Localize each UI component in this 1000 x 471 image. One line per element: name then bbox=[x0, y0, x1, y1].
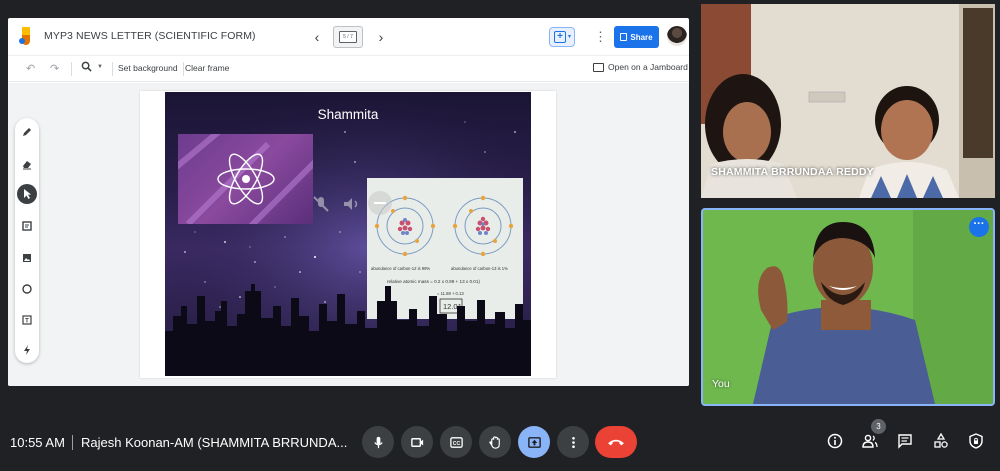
zoom-icon[interactable] bbox=[81, 61, 92, 75]
circle-shape-icon[interactable] bbox=[17, 279, 37, 299]
captions-button[interactable]: CC bbox=[440, 426, 472, 458]
svg-text:T: T bbox=[25, 319, 29, 325]
meeting-title[interactable]: Rajesh Koonan-AM (SHAMMITA BRRUNDA... bbox=[81, 435, 347, 450]
participant-name-label: SHAMMITA BRRUNDAA REDDY bbox=[711, 166, 874, 178]
share-label: Share bbox=[630, 32, 653, 42]
open-on-jamboard-button[interactable]: Open on a Jamboard bbox=[593, 62, 688, 72]
divider bbox=[72, 435, 73, 450]
remove-icon bbox=[368, 191, 392, 215]
svg-text:CC: CC bbox=[452, 440, 460, 446]
microphone-button[interactable] bbox=[362, 426, 394, 458]
next-frame-button[interactable]: › bbox=[374, 28, 388, 46]
set-background-button[interactable]: Set background bbox=[118, 63, 178, 73]
mic-off-icon bbox=[313, 196, 329, 212]
people-count-badge: 3 bbox=[871, 419, 886, 434]
diagram-label-right: abundance of carbon-13 is 1% bbox=[451, 266, 508, 271]
toolbar-divider bbox=[71, 62, 72, 76]
closed-captions-icon: CC bbox=[449, 436, 463, 448]
camera-icon bbox=[410, 437, 423, 447]
frame-bar-button[interactable]: 5 / 7 bbox=[333, 26, 363, 48]
add-frame-icon: + bbox=[554, 31, 566, 43]
open-on-jamboard-label: Open on a Jamboard bbox=[608, 62, 688, 72]
undo-icon[interactable]: ↶ bbox=[26, 62, 35, 75]
chat-button[interactable] bbox=[894, 430, 916, 452]
activities-icon bbox=[934, 433, 948, 448]
atom-image bbox=[178, 134, 313, 224]
camera-button[interactable] bbox=[401, 426, 433, 458]
add-frame-button[interactable]: + ▾ bbox=[549, 27, 575, 47]
pen-icon[interactable] bbox=[17, 122, 37, 142]
toolbar-divider bbox=[112, 62, 113, 76]
chevron-down-icon: ▾ bbox=[568, 34, 572, 40]
jamboard-header: MYP3 NEWS LETTER (SCIENTIFIC FORM) ‹ 5 /… bbox=[8, 18, 689, 56]
diagram-label-left: abundance of carbon-12 is 99% bbox=[371, 266, 431, 271]
tool-rail: T bbox=[15, 118, 39, 363]
text-box-icon[interactable]: T bbox=[17, 310, 37, 330]
shield-lock-icon bbox=[969, 433, 983, 449]
phone-hangup-icon bbox=[608, 439, 624, 446]
sticky-note-icon[interactable] bbox=[17, 216, 37, 236]
share-button[interactable]: Share bbox=[614, 26, 659, 48]
meet-window: MYP3 NEWS LETTER (SCIENTIFIC FORM) ‹ 5 /… bbox=[0, 0, 1000, 471]
previous-frame-button[interactable]: ‹ bbox=[310, 28, 324, 46]
slide-title: Shammita bbox=[317, 107, 379, 122]
present-now-button[interactable] bbox=[518, 426, 550, 458]
jamboard-logo-icon bbox=[19, 27, 30, 45]
chat-icon bbox=[898, 434, 912, 449]
meeting-controls-bar: 10:55 AM Rajesh Koonan-AM (SHAMMITA BRRU… bbox=[0, 418, 1000, 471]
image-icon[interactable] bbox=[17, 248, 37, 268]
more-vert-icon bbox=[571, 436, 575, 448]
host-controls-button[interactable] bbox=[965, 430, 987, 452]
more-options-icon[interactable]: ··· bbox=[969, 217, 989, 237]
laser-icon[interactable] bbox=[17, 340, 37, 360]
hand-icon bbox=[488, 435, 500, 449]
jamboard-title[interactable]: MYP3 NEWS LETTER (SCIENTIFIC FORM) bbox=[44, 30, 256, 42]
more-options-button[interactable] bbox=[557, 426, 589, 458]
self-video bbox=[703, 210, 993, 404]
self-name-label: You bbox=[712, 378, 730, 390]
open-external-icon bbox=[593, 62, 604, 72]
jamboard-panel: MYP3 NEWS LETTER (SCIENTIFIC FORM) ‹ 5 /… bbox=[8, 18, 689, 386]
self-video-tile[interactable] bbox=[701, 208, 995, 406]
atom-icon bbox=[178, 134, 313, 224]
lock-icon bbox=[620, 33, 628, 41]
info-icon bbox=[827, 433, 843, 449]
meeting-time: 10:55 AM bbox=[10, 435, 65, 450]
microphone-icon bbox=[373, 436, 383, 448]
more-options-icon[interactable]: ⋮ bbox=[594, 29, 607, 45]
toolbar-divider bbox=[183, 62, 184, 76]
leave-call-button[interactable] bbox=[595, 426, 637, 458]
people-icon bbox=[862, 434, 878, 448]
zoom-dropdown-icon[interactable]: ▼ bbox=[97, 64, 103, 70]
slide-image[interactable]: Shammita abundance of carbon-12 is 99% a… bbox=[165, 92, 531, 376]
meeting-details-button[interactable] bbox=[824, 430, 846, 452]
present-icon bbox=[527, 436, 541, 448]
clear-frame-button[interactable]: Clear frame bbox=[185, 63, 229, 73]
jamboard-toolbar: ↶ ↷ ▼ Set background Clear frame Open on… bbox=[8, 56, 689, 82]
volume-icon bbox=[344, 198, 358, 210]
frame-indicator: 5 / 7 bbox=[339, 31, 357, 43]
raise-hand-button[interactable] bbox=[479, 426, 511, 458]
select-icon[interactable] bbox=[17, 184, 37, 204]
redo-icon[interactable]: ↷ bbox=[50, 62, 59, 75]
activities-button[interactable] bbox=[930, 430, 952, 452]
account-avatar[interactable] bbox=[667, 26, 687, 46]
eraser-icon[interactable] bbox=[17, 154, 37, 174]
city-skyline bbox=[165, 284, 531, 376]
